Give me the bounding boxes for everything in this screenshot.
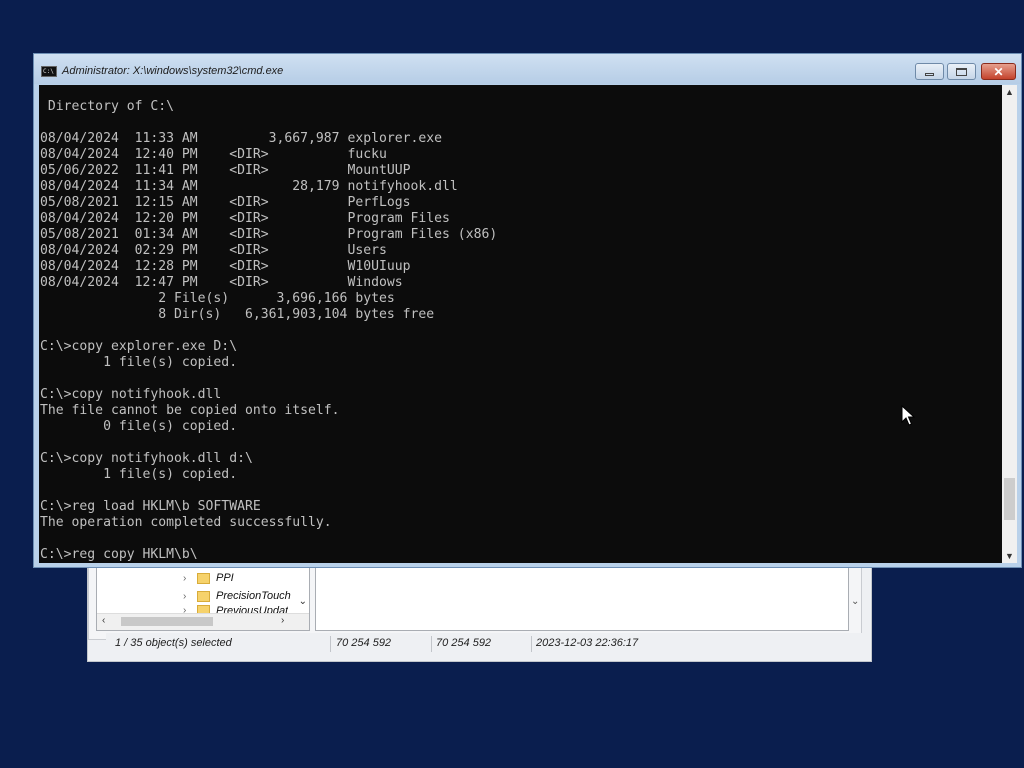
close-button[interactable]: ✕ [981, 63, 1016, 80]
scrollbar-thumb[interactable] [1004, 478, 1015, 520]
cmd-app-icon[interactable]: C:\ [41, 66, 57, 77]
maximize-icon [956, 67, 967, 76]
scrollbar-thumb[interactable] [121, 617, 213, 626]
chevron-right-icon[interactable]: › [183, 605, 193, 613]
chevron-down-icon[interactable]: ⌄ [299, 596, 307, 607]
tree-item-ppi[interactable]: › PPI [183, 569, 234, 587]
console-line: 08/04/2024 11:34 AM 28,179 notifyhook.dl… [40, 179, 458, 194]
chevron-right-icon[interactable]: › [183, 573, 193, 584]
packed-size-status: 70 254 592 [436, 637, 492, 649]
folder-icon [197, 572, 210, 584]
folder-icon [197, 605, 210, 613]
console-line: 1 file(s) copied. [40, 355, 238, 370]
console-line: 05/06/2022 11:41 PM <DIR> MountUUP [40, 163, 411, 178]
status-divider [330, 636, 331, 652]
tree-item-label: PPI [216, 572, 234, 584]
console-text: Directory of C:\ 08/04/2024 11:33 AM 3,66… [40, 99, 497, 563]
scroll-right-icon[interactable]: › [281, 615, 284, 626]
cmd-window[interactable]: C:\ Administrator: X:\windows\system32\c… [33, 53, 1022, 568]
console-line: 2 File(s) 3,696,166 bytes [40, 291, 395, 306]
console-line: 1 file(s) copied. [40, 467, 238, 482]
scroll-up-icon[interactable]: ▲ [1002, 85, 1017, 99]
console-line: 08/04/2024 11:33 AM 3,667,987 explorer.e… [40, 131, 443, 146]
size-status: 70 254 592 [336, 637, 392, 649]
tree-item-previousupdate[interactable]: › PreviousUpdat [183, 605, 288, 613]
tree-item-label: PrecisionTouch [216, 590, 291, 602]
console-line: C:\>copy notifyhook.dll [40, 387, 222, 402]
console-output[interactable]: Directory of C:\ 08/04/2024 11:33 AM 3,66… [39, 85, 1002, 563]
maximize-button[interactable] [947, 63, 976, 80]
tree-horizontal-scrollbar[interactable]: ‹ › [97, 613, 309, 630]
close-icon: ✕ [993, 64, 1004, 79]
minimize-button[interactable] [915, 63, 944, 80]
scroll-left-icon[interactable]: ‹ [102, 615, 105, 626]
tree-item-precisiontouch[interactable]: › PrecisionTouch [183, 587, 291, 605]
console-line: 05/08/2021 12:15 AM <DIR> PerfLogs [40, 195, 411, 210]
console-line: 0 file(s) copied. [40, 419, 238, 434]
chevron-down-icon[interactable]: ⌄ [851, 596, 859, 607]
console-line: 8 Dir(s) 6,361,903,104 bytes free [40, 307, 435, 322]
status-divider [431, 636, 432, 652]
console-line: C:\>copy explorer.exe D:\ [40, 339, 238, 354]
console-line: 08/04/2024 12:40 PM <DIR> fucku [40, 147, 387, 162]
folder-tree-pane[interactable]: › PPI › PrecisionTouch › PreviousUpdat ⌄… [96, 567, 310, 631]
chevron-right-icon[interactable]: › [183, 591, 193, 602]
status-divider [531, 636, 532, 652]
tree-vertical-scrollbar[interactable]: ⌄ [296, 568, 308, 614]
console-line: 08/04/2024 12:47 PM <DIR> Windows [40, 275, 403, 290]
tree-item-label: PreviousUpdat [216, 605, 289, 613]
status-bar: 1 / 35 object(s) selected 70 254 592 70 … [106, 633, 866, 655]
arrow-cursor-icon [901, 405, 915, 426]
console-line: C:\>copy notifyhook.dll d:\ [40, 451, 253, 466]
folder-icon [197, 590, 210, 602]
console-line: 08/04/2024 12:20 PM <DIR> Program Files [40, 211, 450, 226]
window-title: Administrator: X:\windows\system32\cmd.e… [62, 65, 284, 77]
console-line: C:\>reg copy HKLM\b\ [40, 547, 198, 562]
console-line: 08/04/2024 02:29 PM <DIR> Users [40, 243, 387, 258]
console-scrollbar[interactable]: ▲ ▼ [1002, 85, 1017, 563]
console-line: C:\>reg load HKLM\b SOFTWARE [40, 499, 261, 514]
console-line: The file cannot be copied onto itself. [40, 403, 340, 418]
file-list-pane[interactable] [315, 567, 849, 631]
console-line: Directory of C:\ [40, 99, 175, 114]
console-line: The operation completed successfully. [40, 515, 332, 530]
minimize-icon [925, 72, 934, 76]
selection-status: 1 / 35 object(s) selected [115, 637, 232, 649]
console-line: 08/04/2024 12:28 PM <DIR> W10UIuup [40, 259, 411, 274]
title-bar[interactable]: C:\ Administrator: X:\windows\system32\c… [34, 54, 1021, 84]
scroll-down-icon[interactable]: ▼ [1002, 549, 1017, 563]
modified-status: 2023-12-03 22:36:17 [536, 637, 639, 649]
console-line: 05/08/2021 01:34 AM <DIR> Program Files … [40, 227, 498, 242]
